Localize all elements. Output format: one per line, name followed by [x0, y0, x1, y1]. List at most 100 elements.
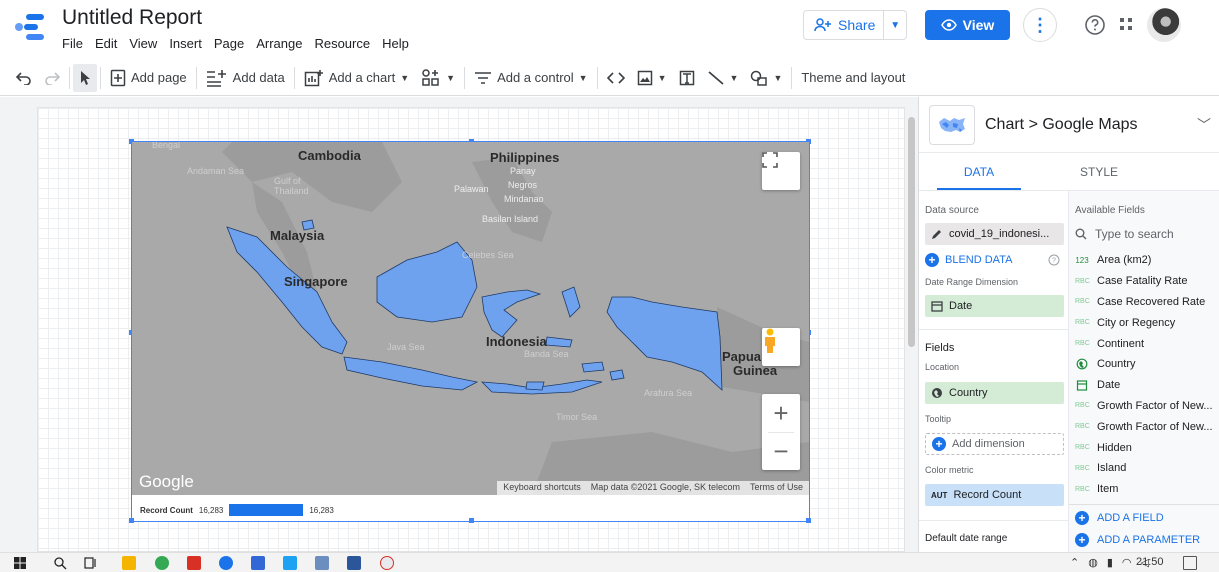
add-field-button[interactable]: + ADD A FIELD [1075, 507, 1219, 529]
field-item[interactable]: RBC Island [1075, 458, 1219, 479]
chevron-down-icon[interactable]: ﹀ [1197, 115, 1211, 135]
user-avatar[interactable] [1147, 8, 1181, 42]
tab-data[interactable]: DATA [919, 153, 1039, 190]
view-button[interactable]: View [925, 10, 1010, 40]
data-source-chip[interactable]: covid_19_indonesi... [925, 223, 1064, 245]
field-item[interactable]: RBC City or Regency [1075, 312, 1219, 333]
share-button[interactable]: Share ▼ [803, 10, 907, 40]
file-explorer-icon[interactable] [122, 556, 136, 570]
add-parameter-button[interactable]: + ADD A PARAMETER [1075, 529, 1219, 551]
community-visualizations-button[interactable]: ▼ [415, 64, 461, 92]
undo-icon[interactable] [0, 64, 38, 92]
menu-edit[interactable]: Edit [95, 36, 125, 51]
chart-type-thumbnail[interactable] [929, 104, 975, 145]
edge-icon[interactable] [219, 556, 233, 570]
chrome-icon[interactable] [155, 556, 169, 570]
resize-handle[interactable] [469, 518, 474, 523]
tab-style[interactable]: STYLE [1039, 153, 1159, 190]
add-page-button[interactable]: Add page [104, 64, 193, 92]
search-icon[interactable] [53, 556, 67, 570]
street-view-pegman-button[interactable] [762, 328, 800, 366]
zoom-controls: + − [762, 394, 800, 470]
text-box-icon[interactable] [673, 64, 701, 92]
aut-badge: AUT [931, 490, 948, 500]
menu-view[interactable]: View [129, 36, 165, 51]
office-icon[interactable] [187, 556, 201, 570]
chevron-up-icon[interactable]: ⌃ [1070, 556, 1079, 569]
line-icon[interactable]: ▼ [701, 64, 745, 92]
field-search-input[interactable]: Type to search [1075, 220, 1219, 248]
add-chart-button[interactable]: Add a chart ▼ [298, 64, 415, 92]
taskbar-clock[interactable]: 21:50 [1136, 556, 1164, 568]
windows-start-icon[interactable] [13, 556, 27, 570]
menu-insert[interactable]: Insert [169, 36, 210, 51]
redo-icon[interactable] [38, 64, 66, 92]
help-icon[interactable]: ? [1048, 254, 1060, 266]
color-metric-chip[interactable]: AUT Record Count [925, 484, 1064, 506]
field-item[interactable]: RBC Continent [1075, 333, 1219, 354]
battery-icon[interactable]: ▮ [1107, 556, 1113, 569]
field-item[interactable]: RBC Hidden [1075, 437, 1219, 458]
menu-page[interactable]: Page [214, 36, 252, 51]
calendar-icon [1076, 380, 1088, 391]
legend-color-bar [229, 504, 304, 516]
data-studio-logo-icon[interactable] [12, 10, 46, 44]
select-cursor-icon[interactable] [73, 63, 97, 92]
panel-title: Chart > Google Maps [985, 115, 1138, 133]
add-data-button[interactable]: Add data [200, 64, 291, 92]
add-dimension-button[interactable]: + Add dimension [925, 433, 1064, 455]
field-item[interactable]: RBC Case Fatality Rate [1075, 271, 1219, 292]
app-icon[interactable] [315, 556, 329, 570]
word-icon[interactable] [347, 556, 361, 570]
map-viewport[interactable]: Bengal Cambodia Andaman Sea Gulf of Thai… [132, 142, 809, 495]
map-label-banda-sea: Banda Sea [524, 349, 569, 359]
resize-handle[interactable] [806, 518, 811, 523]
calendar-icon [931, 301, 943, 312]
field-item[interactable]: RBC Item [1075, 479, 1219, 500]
task-view-icon[interactable] [83, 556, 97, 570]
network-icon[interactable]: ◍ [1088, 556, 1098, 569]
fullscreen-button[interactable] [762, 152, 800, 190]
notification-icon[interactable] [1183, 556, 1197, 570]
wifi-icon[interactable]: ◠ [1122, 556, 1132, 569]
zoom-in-button[interactable]: + [762, 394, 800, 432]
plus-icon: + [1075, 510, 1089, 525]
zoom-out-button[interactable]: − [762, 432, 800, 470]
location-chip[interactable]: Country [925, 382, 1064, 404]
more-options-icon[interactable]: ⋮ [1023, 8, 1057, 42]
help-icon[interactable] [1084, 14, 1106, 36]
map-label-gulf-of: Gulf of [274, 176, 301, 186]
field-item[interactable]: RBC Growth Factor of New... [1075, 396, 1219, 417]
field-item[interactable]: Date [1075, 375, 1219, 396]
paint-icon[interactable] [380, 556, 394, 570]
date-range-dimension-chip[interactable]: Date [925, 295, 1064, 317]
share-dropdown-arrow-icon[interactable]: ▼ [884, 20, 906, 31]
add-control-button[interactable]: Add a control ▼ [468, 64, 594, 92]
field-item[interactable]: 123 Area (km2) [1075, 250, 1219, 271]
theme-and-layout-button[interactable]: Theme and layout [795, 64, 911, 92]
blend-data-button[interactable]: + BLEND DATA ? [925, 253, 1064, 267]
menu-help[interactable]: Help [382, 36, 417, 51]
google-maps-chart[interactable]: Bengal Cambodia Andaman Sea Gulf of Thai… [129, 139, 811, 523]
menu-resource[interactable]: Resource [314, 36, 378, 51]
menu-arrange[interactable]: Arrange [256, 36, 310, 51]
image-icon[interactable]: ▼ [631, 64, 673, 92]
embed-code-icon[interactable] [601, 64, 631, 92]
toolbar-divider [791, 66, 793, 89]
report-title[interactable]: Untitled Report [62, 6, 202, 30]
canvas-vertical-scrollbar[interactable] [908, 117, 915, 347]
map-label-cambodia: Cambodia [298, 148, 361, 163]
field-item[interactable]: RBC Case Recovered Rate [1075, 292, 1219, 313]
shape-icon[interactable]: ▼ [744, 64, 788, 92]
menu-file[interactable]: File [62, 36, 91, 51]
keyboard-shortcuts-link[interactable]: Keyboard shortcuts [503, 482, 581, 495]
resize-handle[interactable] [129, 518, 134, 523]
terms-of-use-link[interactable]: Terms of Use [750, 482, 803, 495]
text-type-icon: RBC [1075, 464, 1090, 472]
chevron-down-icon: ▼ [578, 72, 588, 83]
mail-icon[interactable] [251, 556, 265, 570]
field-item[interactable]: Country [1075, 354, 1219, 375]
field-item[interactable]: RBC Growth Factor of New... [1075, 416, 1219, 437]
apps-grid-icon[interactable] [1118, 16, 1134, 32]
photos-icon[interactable] [283, 556, 297, 570]
